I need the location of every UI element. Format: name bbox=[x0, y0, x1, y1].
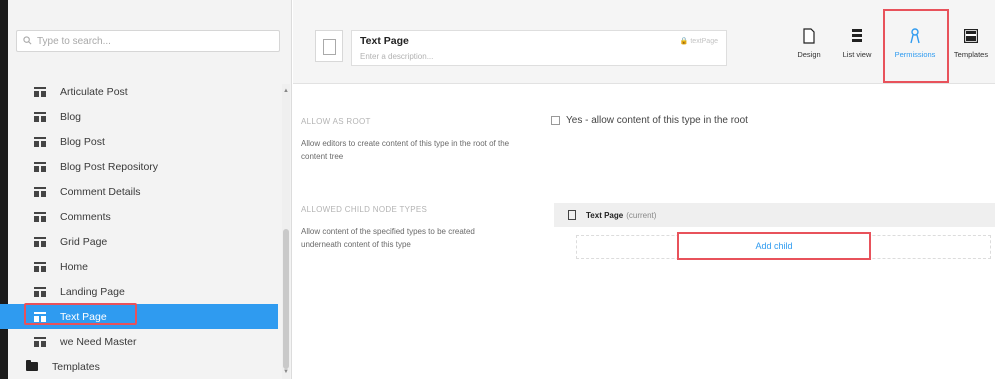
permissions-panel: ALLOW AS ROOT Allow editors to create co… bbox=[293, 85, 995, 379]
allow-root-checkbox-label[interactable]: Yes - allow content of this type in the … bbox=[566, 115, 748, 126]
tree-item-label: Blog bbox=[60, 110, 82, 123]
doctype-icon bbox=[34, 311, 46, 322]
editor-header: Text Page Enter a description... 🔒 textPa… bbox=[293, 0, 995, 84]
templates-label: Templates bbox=[953, 50, 989, 59]
doctype-icon-picker[interactable] bbox=[315, 30, 343, 62]
doctype-icon bbox=[34, 336, 46, 347]
list-view-label: List view bbox=[842, 50, 872, 59]
scroll-thumb[interactable] bbox=[283, 229, 289, 369]
template-icon bbox=[949, 26, 993, 46]
document-type-tree: Articulate Post Blog Blog Post Blog Post… bbox=[0, 84, 278, 379]
tree-item-landing-page[interactable]: Landing Page bbox=[0, 279, 278, 304]
allowed-child-item: Text Page (current) bbox=[554, 203, 995, 227]
doctype-icon bbox=[34, 111, 46, 122]
tree-item-label: Comments bbox=[60, 210, 111, 223]
allow-root-title: ALLOW AS ROOT bbox=[301, 117, 371, 126]
tree-item-comment-details[interactable]: Comment Details bbox=[0, 179, 278, 204]
name-field[interactable]: Text Page Enter a description... 🔒 textPa… bbox=[351, 30, 727, 66]
child-types-title: ALLOWED CHILD NODE TYPES bbox=[301, 205, 428, 214]
doctype-name[interactable]: Text Page bbox=[360, 35, 409, 47]
tree-item-we-need-master[interactable]: we Need Master bbox=[0, 329, 278, 354]
child-type-name: Text Page bbox=[586, 210, 624, 220]
tree-item-label: Text Page bbox=[60, 310, 107, 323]
search-input[interactable] bbox=[37, 35, 267, 47]
tree-item-label: Landing Page bbox=[60, 285, 125, 298]
doctype-icon bbox=[34, 236, 46, 247]
permissions-label: Permissions bbox=[894, 50, 936, 59]
child-types-description: Allow content of the specified types to … bbox=[301, 227, 475, 249]
allow-root-description: Allow editors to create content of this … bbox=[301, 139, 510, 161]
tree-item-label: Grid Page bbox=[60, 235, 108, 248]
design-button[interactable]: Design bbox=[787, 24, 831, 74]
doctype-icon bbox=[34, 261, 46, 272]
tree-item-blog-post[interactable]: Blog Post bbox=[0, 129, 278, 154]
tree-item-label: Home bbox=[60, 260, 89, 273]
doctype-icon bbox=[34, 186, 46, 197]
alias-value: textPage bbox=[690, 38, 718, 45]
tree-item-label: Comment Details bbox=[60, 185, 141, 198]
list-icon bbox=[835, 26, 879, 46]
document-icon bbox=[787, 26, 831, 46]
tree-item-label: we Need Master bbox=[60, 335, 137, 348]
tree-item-home[interactable]: Home bbox=[0, 254, 278, 279]
tree-item-label: Blog Post Repository bbox=[60, 160, 159, 173]
tree-item-blog-post-repository[interactable]: Blog Post Repository bbox=[0, 154, 278, 179]
tree-item-label: Blog Post bbox=[60, 135, 105, 148]
description-field[interactable]: Enter a description... bbox=[360, 52, 433, 61]
sidebar-scrollbar[interactable]: ▲ ▼ bbox=[282, 84, 290, 379]
tree-item-text-page[interactable]: Text Page bbox=[0, 304, 278, 329]
list-view-button[interactable]: List view bbox=[835, 24, 879, 74]
page-icon bbox=[323, 39, 336, 55]
add-child-button[interactable]: Add child bbox=[677, 232, 871, 260]
key-icon bbox=[893, 26, 937, 46]
scroll-up-arrow-icon[interactable]: ▲ bbox=[283, 88, 289, 94]
lock-icon[interactable]: 🔒 bbox=[680, 38, 689, 45]
allow-root-checkbox[interactable] bbox=[551, 116, 560, 125]
search-box[interactable] bbox=[16, 30, 280, 52]
tree-folder-templates[interactable]: Templates bbox=[0, 354, 278, 379]
templates-button[interactable]: Templates bbox=[949, 24, 993, 74]
alias-field[interactable]: 🔒 textPage bbox=[680, 37, 718, 45]
doctype-icon bbox=[34, 286, 46, 297]
child-type-current-tag: (current) bbox=[626, 210, 657, 220]
permissions-button[interactable]: Permissions bbox=[893, 24, 937, 74]
design-label: Design bbox=[797, 50, 821, 59]
tree-item-blog[interactable]: Blog bbox=[0, 104, 278, 129]
scroll-down-arrow-icon[interactable]: ▼ bbox=[283, 369, 289, 375]
doctype-icon bbox=[34, 136, 46, 147]
search-icon bbox=[23, 36, 33, 46]
tree-folder-label: Templates bbox=[52, 360, 100, 373]
tree-item-grid-page[interactable]: Grid Page bbox=[0, 229, 278, 254]
allow-root-option[interactable]: Yes - allow content of this type in the … bbox=[551, 115, 748, 126]
tree-item-articulate-post[interactable]: Articulate Post bbox=[0, 84, 278, 104]
folder-icon bbox=[26, 360, 38, 371]
page-icon bbox=[568, 210, 576, 220]
tree-item-label: Articulate Post bbox=[60, 85, 128, 98]
doctype-icon bbox=[34, 211, 46, 222]
tree-item-comments[interactable]: Comments bbox=[0, 204, 278, 229]
doctype-icon bbox=[34, 86, 46, 97]
doctype-icon bbox=[34, 161, 46, 172]
